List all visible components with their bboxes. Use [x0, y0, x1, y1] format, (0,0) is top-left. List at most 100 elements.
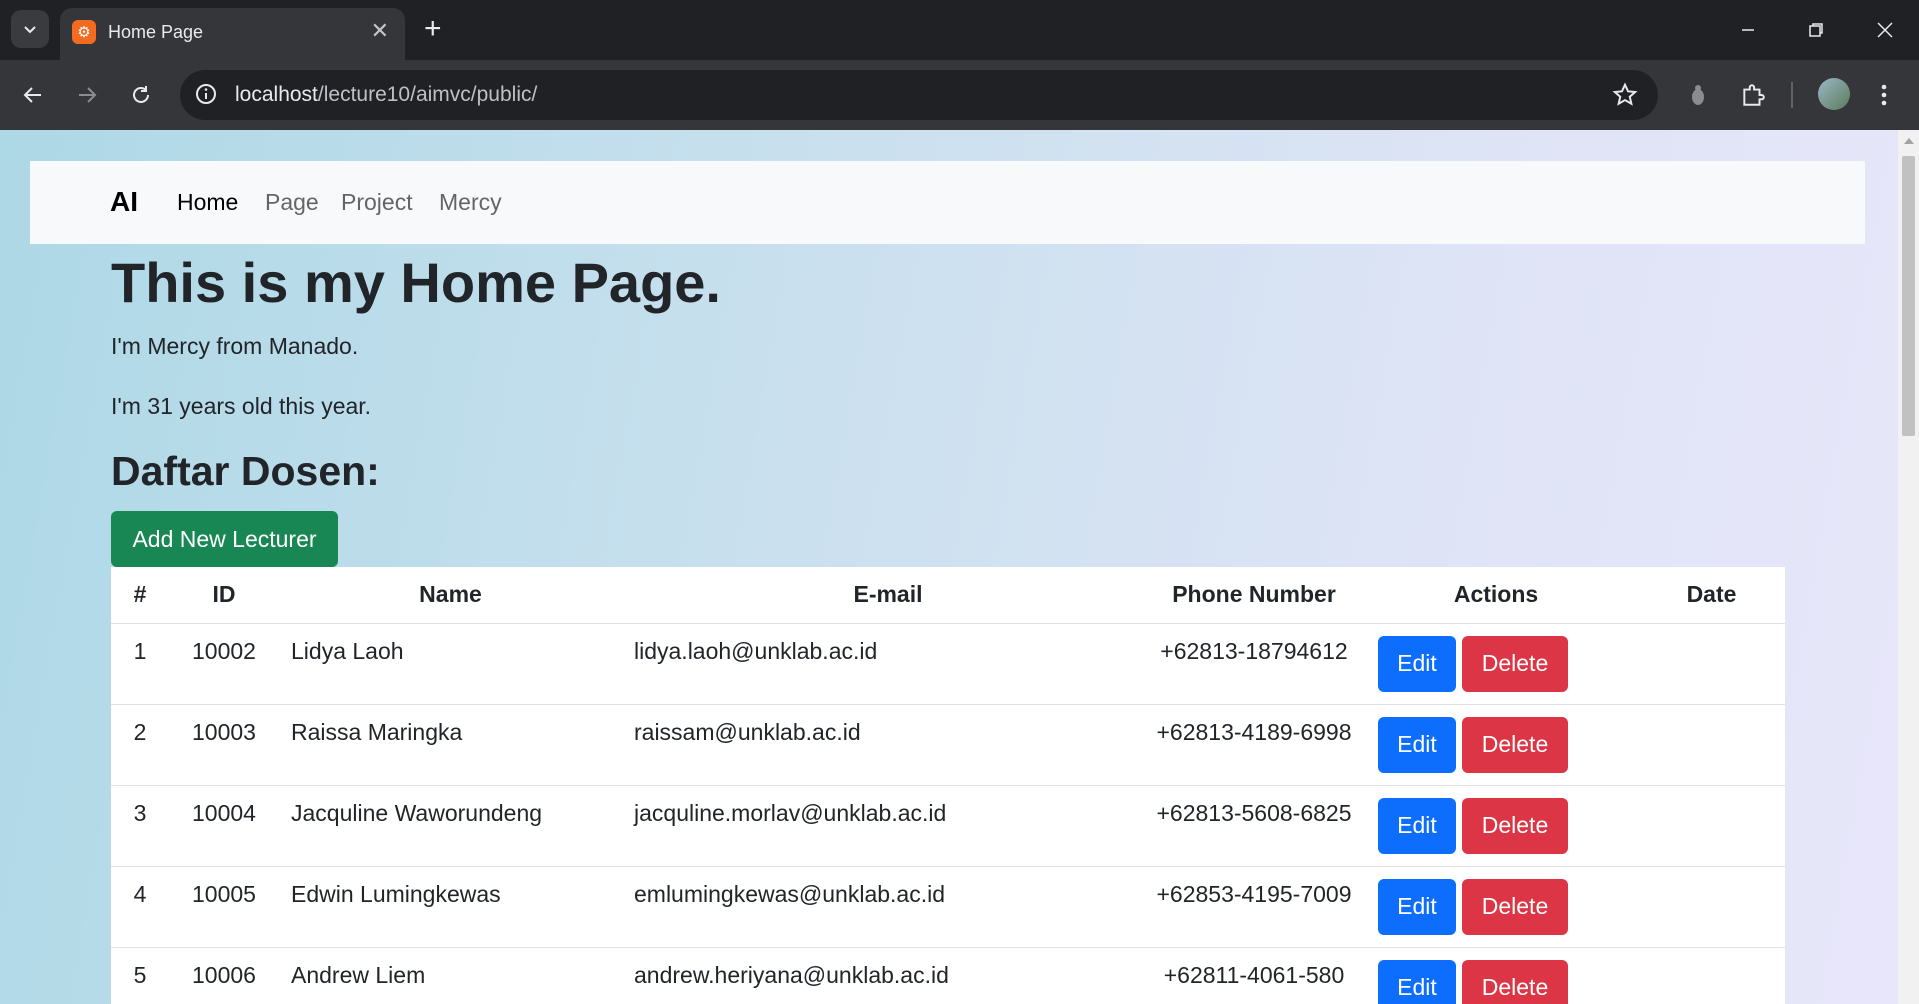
lecturer-list-title: Daftar Dosen:	[111, 448, 380, 494]
back-button[interactable]	[14, 76, 52, 114]
arrow-right-icon	[79, 87, 97, 103]
age-text: I'm 31 years old this year.	[111, 393, 372, 419]
minimize-button[interactable]	[1728, 12, 1768, 48]
url-text: localhost/lecture10/aimvc/public/	[235, 83, 537, 107]
chevron-down-icon	[24, 26, 36, 34]
delete-button[interactable]: Delete	[1462, 797, 1568, 854]
table-header-row: # ID Name E-mail Phone Number Actions Da…	[111, 567, 1785, 624]
cell-actions: Edit Delete	[1354, 947, 1638, 1004]
restore-icon	[1809, 23, 1823, 37]
header-phone: Phone Number	[1154, 567, 1354, 624]
table-row: 5 10006 Andrew Liem andrew.heriyana@unkl…	[111, 947, 1785, 1004]
tab-title: Home Page	[108, 22, 204, 42]
cell-phone: +62811-4061-580	[1154, 947, 1354, 1004]
lecturer-table: # ID Name E-mail Phone Number Actions Da…	[111, 567, 1785, 1004]
minimize-icon	[1742, 29, 1754, 31]
cell-id: 10002	[169, 623, 279, 705]
cell-email: andrew.heriyana@unklab.ac.id	[622, 947, 1154, 1004]
restore-button[interactable]	[1796, 12, 1836, 48]
nav-link-mercy[interactable]: Mercy	[439, 189, 502, 216]
table-row: 3 10004 Jacquline Waworundeng jacquline.…	[111, 785, 1785, 867]
cell-number: 3	[111, 785, 169, 867]
edit-button[interactable]: Edit	[1378, 716, 1456, 773]
navbar-brand[interactable]: AI	[110, 186, 138, 218]
intro-text: I'm Mercy from Manado.	[111, 333, 359, 359]
url-host: localhost	[235, 83, 318, 106]
scroll-thumb[interactable]	[1902, 156, 1915, 436]
forward-button[interactable]	[68, 76, 106, 114]
reload-button[interactable]	[122, 76, 160, 114]
tab-close-icon[interactable]: ✕	[371, 18, 389, 44]
cell-email: jacquline.morlav@unklab.ac.id	[622, 785, 1154, 867]
cell-email: lidya.laoh@unklab.ac.id	[622, 623, 1154, 705]
header-name: Name	[279, 567, 622, 624]
cell-name: Andrew Liem	[279, 947, 622, 1004]
cell-number: 2	[111, 704, 169, 786]
extension-icon[interactable]	[1688, 82, 1708, 108]
header-email: E-mail	[622, 567, 1154, 624]
table-row: 1 10002 Lidya Laoh lidya.laoh@unklab.ac.…	[111, 623, 1785, 705]
url-path: /lecture10/aimvc/public/	[317, 83, 538, 106]
cell-id: 10004	[169, 785, 279, 867]
site-navbar: AI Home Page Project Mercy	[30, 161, 1865, 244]
close-icon	[1877, 22, 1893, 38]
cell-date	[1638, 704, 1785, 786]
cell-email: emlumingkewas@unklab.ac.id	[622, 866, 1154, 948]
cell-phone: +62853-4195-7009	[1154, 866, 1354, 948]
nav-link-project[interactable]: Project	[341, 189, 413, 216]
edit-button[interactable]: Edit	[1378, 959, 1456, 1004]
address-bar[interactable]: localhost/lecture10/aimvc/public/	[180, 70, 1658, 120]
cell-number: 4	[111, 866, 169, 948]
close-window-button[interactable]	[1865, 12, 1905, 48]
delete-button[interactable]: Delete	[1462, 959, 1568, 1004]
cell-phone: +62813-4189-6998	[1154, 704, 1354, 786]
delete-button[interactable]: Delete	[1462, 878, 1568, 935]
cell-date	[1638, 785, 1785, 867]
cell-number: 1	[111, 623, 169, 705]
cell-date	[1638, 866, 1785, 948]
cell-name: Edwin Lumingkewas	[279, 866, 622, 948]
delete-button[interactable]: Delete	[1462, 716, 1568, 773]
bookmark-star-icon[interactable]	[1612, 82, 1638, 108]
nav-link-page[interactable]: Page	[265, 189, 319, 216]
cell-name: Raissa Maringka	[279, 704, 622, 786]
browser-tab[interactable]: ⚙ Home Page ✕	[60, 8, 405, 60]
site-info-icon[interactable]	[194, 82, 218, 106]
cell-date	[1638, 947, 1785, 1004]
nav-link-home[interactable]: Home	[177, 189, 238, 216]
cell-actions: Edit Delete	[1354, 785, 1638, 867]
edit-button[interactable]: Edit	[1378, 635, 1456, 692]
cell-actions: Edit Delete	[1354, 623, 1638, 705]
xampp-favicon-icon: ⚙	[72, 20, 96, 44]
new-tab-button[interactable]: +	[424, 12, 442, 46]
cell-phone: +62813-5608-6825	[1154, 785, 1354, 867]
puzzle-extensions-icon[interactable]	[1740, 82, 1766, 108]
cell-name: Jacquline Waworundeng	[279, 785, 622, 867]
table-row: 2 10003 Raissa Maringka raissam@unklab.a…	[111, 704, 1785, 786]
arrow-left-icon	[23, 87, 41, 103]
cell-id: 10006	[169, 947, 279, 1004]
profile-avatar[interactable]	[1818, 78, 1850, 110]
header-id: ID	[169, 567, 279, 624]
header-date: Date	[1638, 567, 1785, 624]
edit-button[interactable]: Edit	[1378, 878, 1456, 935]
edit-button[interactable]: Edit	[1378, 797, 1456, 854]
page-viewport: AI Home Page Project Mercy This is my Ho…	[0, 130, 1898, 1004]
cell-id: 10003	[169, 704, 279, 786]
page-scrollbar[interactable]	[1898, 130, 1919, 1004]
header-actions: Actions	[1354, 567, 1638, 624]
cell-number: 5	[111, 947, 169, 1004]
table-row: 4 10005 Edwin Lumingkewas emlumingkewas@…	[111, 866, 1785, 948]
cell-name: Lidya Laoh	[279, 623, 622, 705]
reload-icon	[133, 86, 149, 103]
delete-button[interactable]: Delete	[1462, 635, 1568, 692]
tab-strip: ⚙ Home Page ✕ +	[0, 0, 1919, 60]
cell-actions: Edit Delete	[1354, 704, 1638, 786]
scroll-up-arrow-icon[interactable]	[1904, 138, 1914, 144]
cell-email: raissam@unklab.ac.id	[622, 704, 1154, 786]
cell-id: 10005	[169, 866, 279, 948]
add-lecturer-button[interactable]: Add New Lecturer	[111, 511, 338, 567]
page-heading: This is my Home Page.	[111, 251, 721, 314]
more-menu-icon[interactable]	[1880, 82, 1888, 108]
tab-search-button[interactable]	[11, 10, 49, 48]
